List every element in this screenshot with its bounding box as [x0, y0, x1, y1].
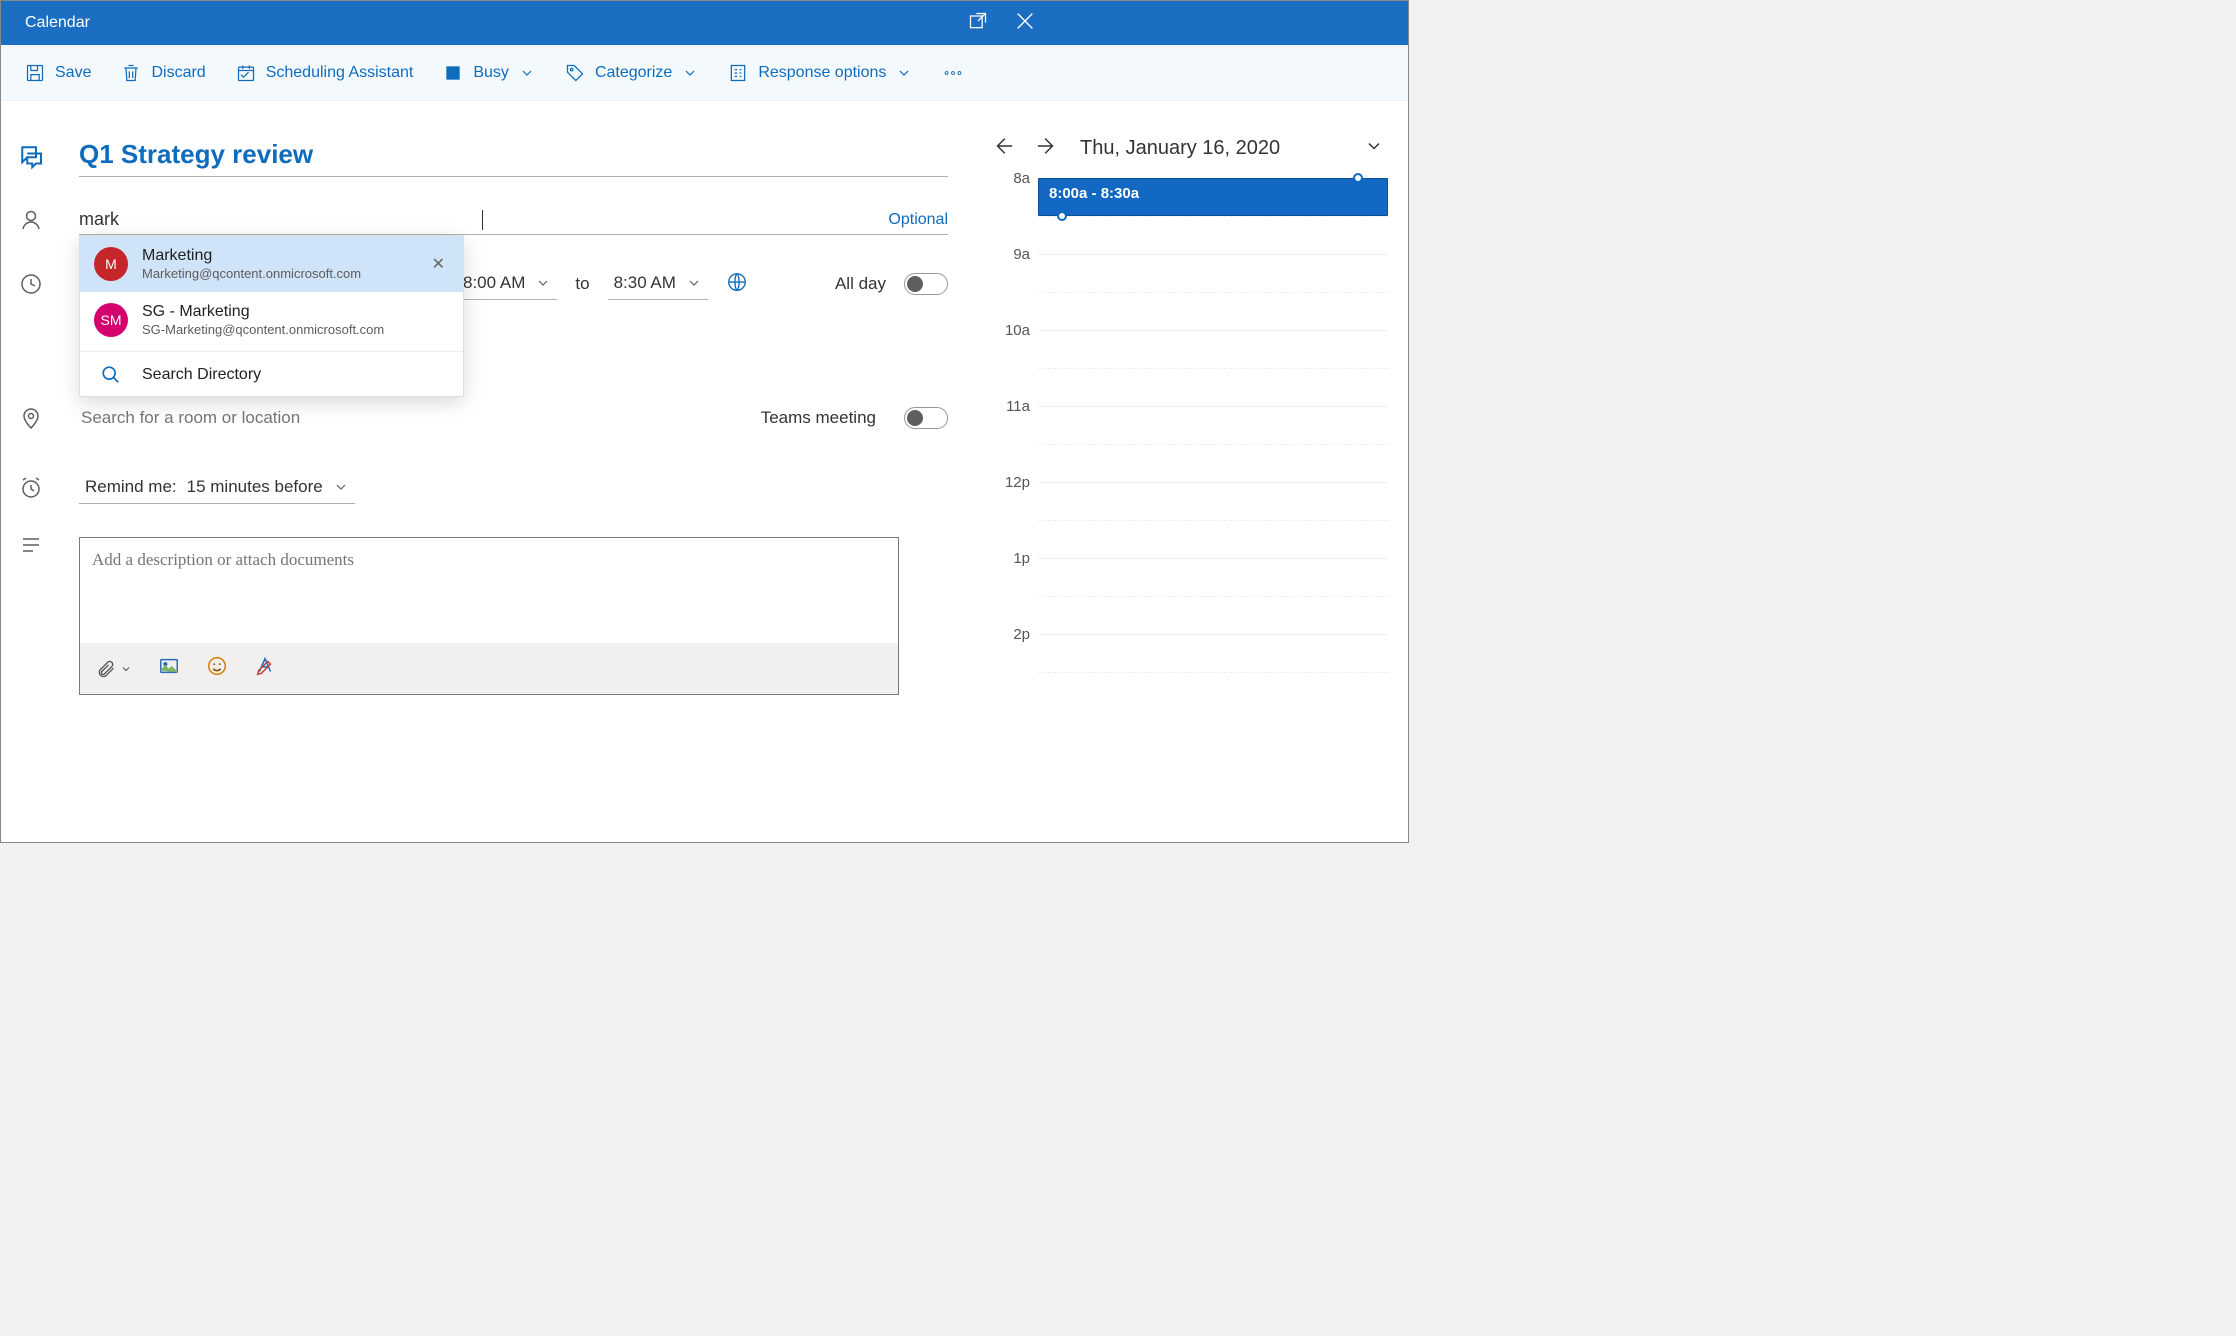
hour-label: 9a — [1000, 246, 1030, 263]
day-timeline[interactable]: 8a 8:00a - 8:30a 9a 10a 11a 12p 1p 2p — [1008, 178, 1388, 710]
busy-label: Busy — [473, 64, 509, 82]
response-label: Response options — [758, 64, 886, 82]
discard-button[interactable]: Discard — [119, 57, 207, 89]
hour-label: 1p — [1000, 550, 1030, 567]
emoji-button[interactable] — [206, 655, 228, 682]
window-title: Calendar — [25, 14, 90, 32]
location-input[interactable] — [79, 404, 519, 432]
resize-handle-bottom[interactable] — [1057, 211, 1067, 221]
remove-suggestion-icon[interactable]: ✕ — [428, 250, 449, 278]
hour-label: 12p — [1000, 474, 1030, 491]
reminder-label: Remind me: — [85, 477, 177, 497]
scheduling-label: Scheduling Assistant — [266, 64, 414, 82]
reminder-value: 15 minutes before — [187, 477, 323, 497]
day-date-label: Thu, January 16, 2020 — [1080, 137, 1280, 160]
suggestion-email: Marketing@qcontent.onmicrosoft.com — [142, 266, 361, 282]
attach-button[interactable] — [96, 659, 132, 679]
attendee-suggestions-popup: M Marketing Marketing@qcontent.onmicroso… — [79, 235, 464, 397]
timeline-event[interactable]: 8:00a - 8:30a — [1038, 178, 1388, 216]
reminder-dropdown[interactable]: Remind me: 15 minutes before — [79, 473, 355, 504]
avatar: M — [94, 247, 128, 281]
location-icon — [11, 406, 51, 430]
chevron-down-icon — [682, 65, 698, 81]
titlebar: Calendar — [1, 1, 1408, 45]
save-label: Save — [55, 64, 91, 82]
clock-icon — [11, 272, 51, 296]
next-day-button[interactable] — [1036, 135, 1058, 162]
discard-label: Discard — [151, 64, 205, 82]
suggestion-email: SG-Marketing@qcontent.onmicrosoft.com — [142, 322, 384, 338]
description-icon — [11, 533, 51, 557]
attendee-input[interactable] — [79, 209, 484, 230]
response-options-dropdown[interactable]: Response options — [726, 57, 914, 89]
event-title-input[interactable] — [79, 135, 948, 177]
hour-label: 10a — [1000, 322, 1030, 339]
categorize-dropdown[interactable]: Categorize — [563, 57, 700, 89]
to-label: to — [575, 274, 589, 294]
event-time-label: 8:00a - 8:30a — [1049, 185, 1139, 202]
busy-dropdown[interactable]: Busy — [441, 57, 537, 89]
suggestion-name: SG - Marketing — [142, 302, 384, 322]
search-directory-button[interactable]: Search Directory — [80, 354, 463, 396]
optional-link[interactable]: Optional — [888, 211, 948, 229]
hour-label: 11a — [1000, 398, 1030, 415]
chat-icon — [11, 141, 51, 171]
timezone-icon[interactable] — [726, 271, 748, 298]
chevron-down-icon — [896, 65, 912, 81]
resize-handle-top[interactable] — [1353, 173, 1363, 183]
search-directory-label: Search Directory — [142, 366, 261, 384]
save-button[interactable]: Save — [23, 57, 93, 89]
end-time-value: 8:30 AM — [614, 273, 676, 293]
prev-day-button[interactable] — [992, 135, 1014, 162]
allday-label: All day — [835, 274, 886, 294]
chevron-down-icon — [333, 479, 349, 495]
start-time-dropdown[interactable]: 8:00 AM — [457, 269, 557, 300]
suggestion-item[interactable]: M Marketing Marketing@qcontent.onmicroso… — [80, 236, 463, 292]
insert-image-button[interactable] — [158, 655, 180, 682]
hour-label: 8a — [1000, 170, 1030, 187]
scheduling-assistant-button[interactable]: Scheduling Assistant — [234, 57, 416, 89]
categorize-label: Categorize — [595, 64, 672, 82]
suggestion-name: Marketing — [142, 246, 361, 266]
formatting-button[interactable] — [254, 655, 276, 682]
chevron-down-icon — [519, 65, 535, 81]
popout-icon[interactable] — [968, 11, 988, 36]
start-time-value: 8:00 AM — [463, 273, 525, 293]
search-icon — [94, 364, 128, 386]
end-time-dropdown[interactable]: 8:30 AM — [608, 269, 708, 300]
avatar: SM — [94, 303, 128, 337]
chevron-down-icon — [686, 275, 702, 291]
command-toolbar: Save Discard Scheduling Assistant Busy C… — [1, 45, 1408, 101]
more-button[interactable] — [940, 56, 966, 90]
teams-toggle[interactable] — [904, 407, 948, 429]
day-dropdown-button[interactable] — [1364, 136, 1384, 161]
allday-toggle[interactable] — [904, 273, 948, 295]
close-icon[interactable] — [1014, 10, 1036, 37]
suggestion-item[interactable]: SM SG - Marketing SG-Marketing@qcontent.… — [80, 292, 463, 348]
chevron-down-icon — [535, 275, 551, 291]
reminder-icon — [11, 476, 51, 500]
teams-label: Teams meeting — [761, 408, 876, 428]
person-icon — [11, 208, 51, 232]
hour-label: 2p — [1000, 626, 1030, 643]
